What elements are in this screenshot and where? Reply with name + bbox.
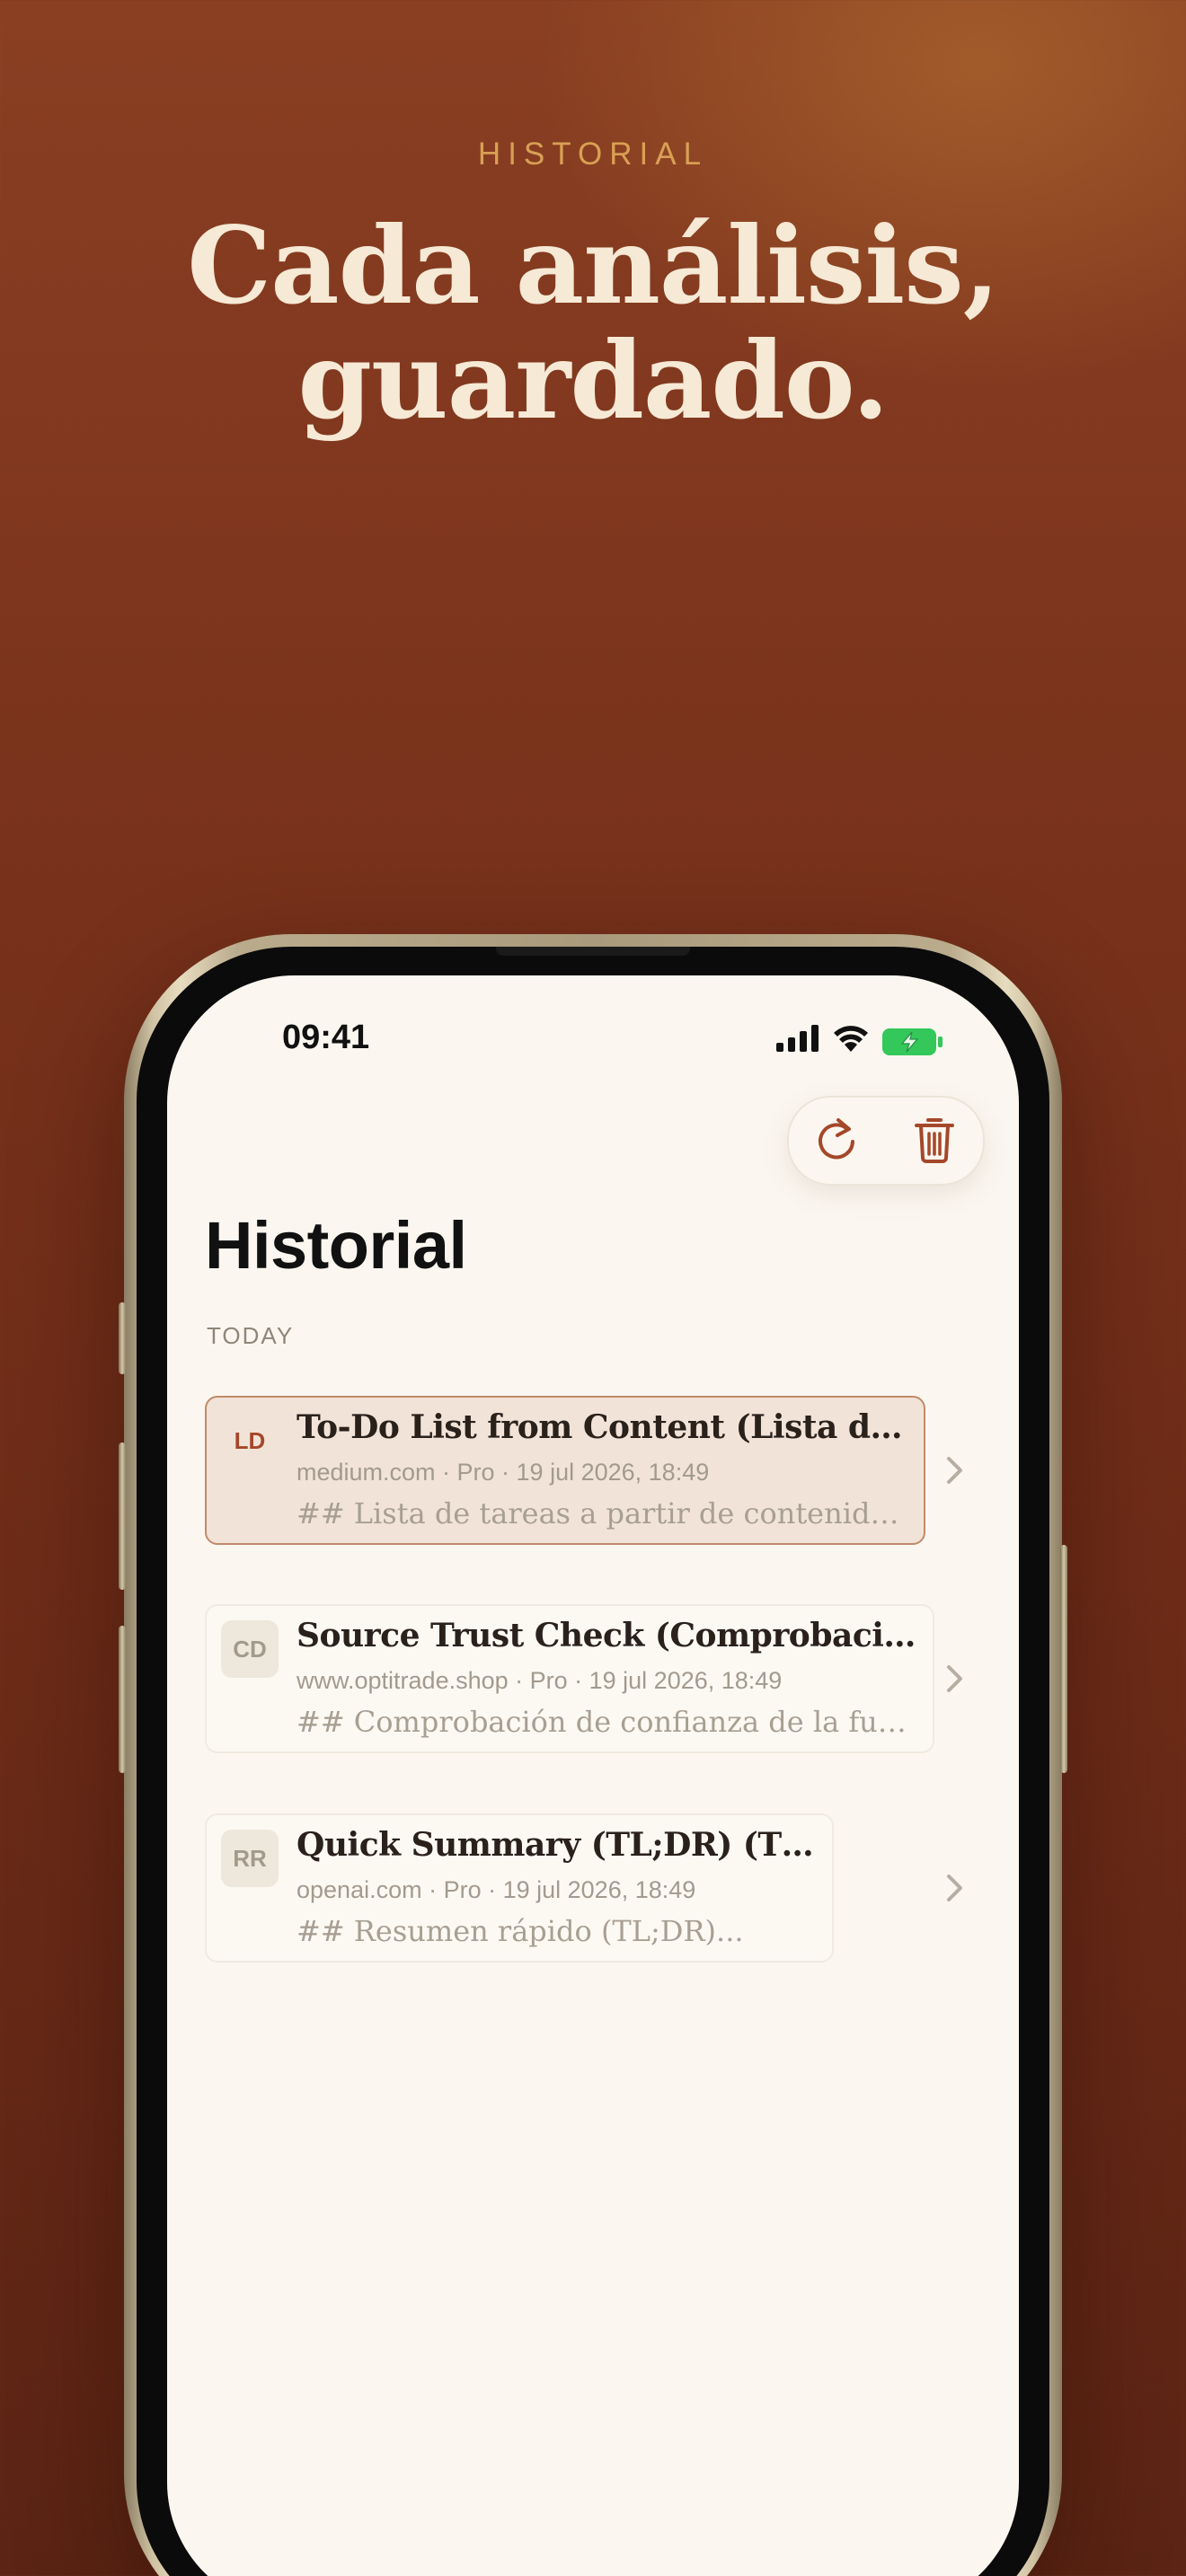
hero-eyebrow: HISTORIAL [477,137,709,172]
chevron-right-icon [943,1873,967,1903]
history-preview: ## Comprobación de confianza de la fuen.… [296,1705,921,1739]
refresh-button[interactable] [805,1108,870,1173]
status-time: 09:41 [282,1019,370,1056]
trash-icon [914,1115,955,1168]
history-title: Quick Summary (TL;DR) (TL;DR) [296,1826,827,1864]
history-preview: ## Resumen rápido (TL;DR)... [296,1914,744,1948]
chevron-right-icon [943,1455,967,1486]
app-screen: 09:41 Historial TODAY LD To-Do List from… [167,975,1019,2576]
phone-volume-up-button [119,1442,126,1590]
source-initials-badge: RR [221,1830,279,1887]
source-initials-badge: LD [234,1426,266,1454]
section-label-today: TODAY [207,1322,295,1349]
battery-charging-icon [882,1028,943,1055]
phone-action-button [119,1302,126,1374]
phone-power-button [1060,1545,1067,1773]
history-row[interactable]: RR Quick Summary (TL;DR) (TL;DR) openai.… [205,1813,996,1963]
hero-headline: Cada análisis, guardado. [0,208,1186,438]
phone-top-speaker [496,947,690,956]
history-meta: openai.com · Pro · 19 jul 2026, 18:49 [296,1876,696,1903]
history-meta: medium.com · Pro · 19 jul 2026, 18:49 [296,1459,710,1486]
hero-headline-line-2: guardado. [297,318,889,443]
history-preview: ## Lista de tareas a partir de contenido… [296,1496,912,1531]
cellular-signal-icon [776,1025,819,1056]
history-meta: www.optitrade.shop · Pro · 19 jul 2026, … [296,1667,783,1694]
history-title: Source Trust Check (Comprobación d... [296,1617,921,1654]
toolbar [787,1096,985,1186]
history-row[interactable]: LD To-Do List from Content (Lista de tar… [205,1396,996,1545]
phone-volume-down-button [119,1626,126,1773]
page-title: Historial [205,1208,467,1283]
chevron-right-icon [943,1663,967,1694]
source-initials-badge: CD [221,1620,279,1678]
history-row[interactable]: CD Source Trust Check (Comprobación d...… [205,1604,996,1753]
refresh-icon [815,1115,860,1168]
delete-button[interactable] [902,1108,967,1173]
wifi-icon [832,1024,870,1057]
status-icons [776,1024,943,1057]
history-title: To-Do List from Content (Lista de tar... [296,1408,912,1446]
hero-headline-line-1: Cada análisis, [187,203,1000,328]
